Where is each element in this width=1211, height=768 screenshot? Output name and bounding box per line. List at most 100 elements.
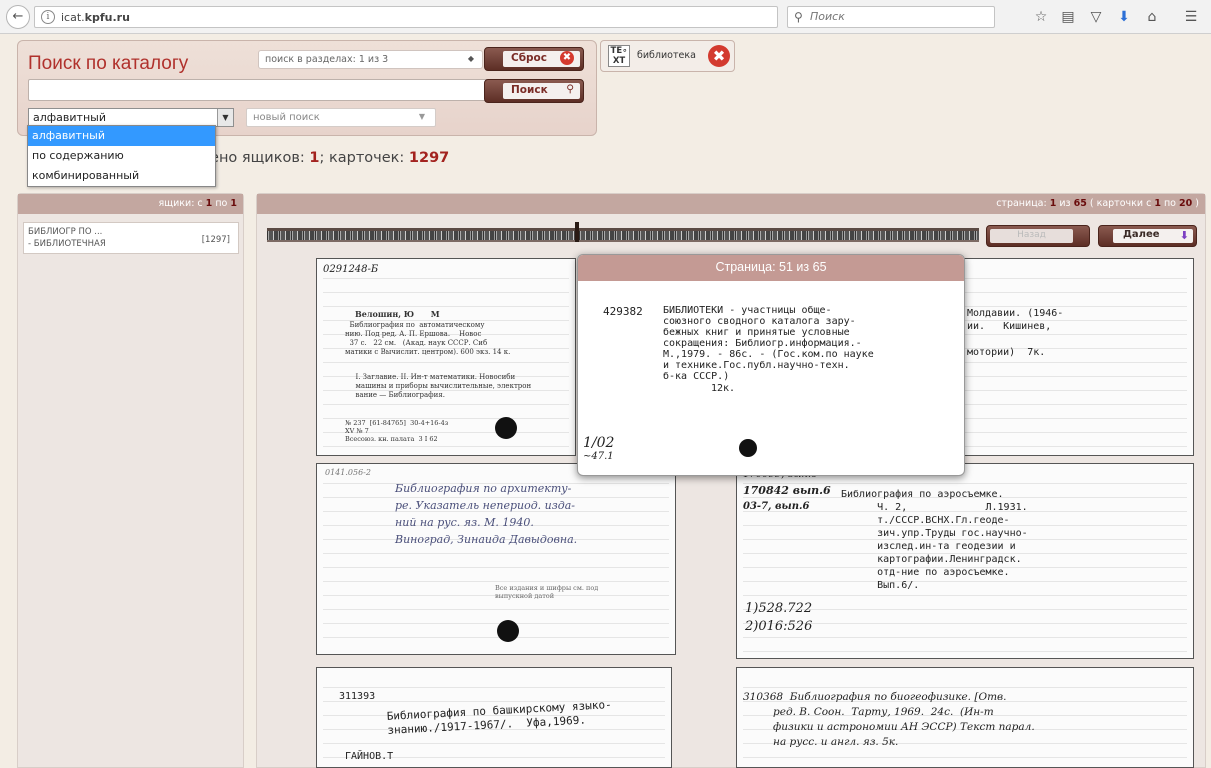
library-label: библиотека	[637, 50, 696, 61]
text-icon-top: TE∘	[610, 46, 628, 56]
popup-card-text: БИБЛИОТЕКИ - участницы обще- союзного св…	[663, 305, 874, 382]
dropdown-option-combined[interactable]: комбинированный	[28, 166, 215, 186]
results-summary: дено ящиков: 1; карточек: 1297	[200, 150, 449, 166]
card-number: 311393	[339, 691, 376, 702]
browser-toolbar: ← i icat.kpfu.ru ⟳ ⚲ ☆ ▤ ▽ ⬇ ⌂ ☰	[0, 0, 1211, 34]
popup-card-note2: ~47.1	[583, 451, 614, 462]
search-input[interactable]	[28, 79, 494, 101]
card-number-secondary: 03-7, вып.6	[743, 501, 810, 512]
boxes-to: 1	[230, 198, 237, 209]
card-hole	[497, 620, 519, 642]
reading-list-icon[interactable]: ▤	[1059, 8, 1077, 26]
close-icon: ✖	[560, 51, 574, 65]
text-mode-toggle[interactable]: TE∘ XT библиотека ✖	[600, 40, 735, 72]
bookmark-star-icon[interactable]: ☆	[1032, 8, 1050, 26]
card-text: Молдавии. (1946- ии. Кишинев, мотории) 7…	[967, 308, 1064, 358]
pagination-header: страница: 1 из 65 ( карточки с 1 по 20 )	[257, 194, 1205, 214]
popup-card-note: 1/02	[583, 435, 615, 451]
found-boxes: 1	[309, 150, 320, 166]
boxes-header: ящики: с 1 по 1	[18, 194, 243, 214]
browser-search-input[interactable]	[810, 10, 990, 23]
download-arrow-icon[interactable]: ⬇	[1115, 8, 1133, 26]
catalog-card[interactable]: 0291248-Б Велошин, Ю М Библиография по а…	[316, 258, 576, 456]
sections-select[interactable]: поиск в разделах: 1 из 3 ◆	[258, 50, 483, 69]
url-host: icat.	[61, 11, 85, 24]
cards-from: 1	[1154, 198, 1161, 209]
next-page-button[interactable]: Далее ⬇	[1098, 225, 1197, 247]
catalog-search-panel: Поиск по каталогу поиск в разделах: 1 из…	[17, 40, 597, 136]
card-text: Библиография по автоматическому нию. Под…	[345, 321, 511, 356]
page-total: 65	[1073, 198, 1087, 209]
popup-card-copies: 12к.	[711, 383, 736, 394]
page-title: Поиск по каталогу	[28, 53, 189, 74]
page-prefix: страница:	[996, 198, 1050, 209]
text-icon[interactable]: TE∘ XT	[608, 45, 630, 67]
select-caret-icon: ◆	[467, 54, 474, 63]
card-class-1: 1)528.722	[745, 601, 813, 616]
catalog-card[interactable]: 170099, вып.6 170842 вып.6 03-7, вып.6 Б…	[736, 463, 1194, 659]
catalog-card[interactable]: 310368 Библиография по биогеофизике. [От…	[736, 667, 1194, 768]
url-text: icat.kpfu.ru	[61, 11, 130, 24]
dropdown-option-alphabetic[interactable]: алфавитный	[28, 126, 215, 146]
menu-icon[interactable]: ☰	[1182, 8, 1200, 26]
card-hole	[739, 439, 757, 457]
page-slider-track[interactable]	[267, 228, 979, 242]
prev-page-label: Назад	[990, 229, 1073, 243]
reset-button[interactable]: Сброс ✖	[484, 47, 584, 71]
card-class-2: 2)016:526	[745, 619, 813, 634]
popup-card-number: 429382	[603, 305, 643, 318]
search-history-value: новый поиск	[253, 112, 320, 123]
search-button-label: Поиск	[511, 84, 548, 96]
info-icon[interactable]: i	[41, 10, 55, 24]
found-cards: 1297	[408, 150, 450, 166]
card-hole	[495, 417, 517, 439]
url-bar[interactable]: i icat.kpfu.ru ⟳	[34, 6, 800, 28]
box-list-item[interactable]: БИБЛИОГР ПО ... - БИБЛИОТЕЧНАЯ [1297]	[23, 222, 239, 254]
browser-search-bar[interactable]: ⚲	[787, 6, 995, 28]
back-arrow-icon[interactable]: ←	[6, 5, 30, 29]
magnifier-icon: ⚲	[566, 83, 574, 95]
boxes-pane: ящики: с 1 по 1 БИБЛИОГР ПО ... - БИБЛИО…	[17, 193, 244, 768]
page-of: из	[1056, 198, 1074, 209]
card-author: Велошин, Ю М	[355, 309, 440, 319]
boxes-header-mid: по	[212, 198, 231, 209]
arrow-down-icon: ⬇	[1179, 229, 1189, 242]
box-count: [1297]	[201, 235, 230, 245]
catalog-card[interactable]: 0141.056-2 Библиография по архитекту- ре…	[316, 463, 676, 655]
card-text: 310368 Библиография по биогеофизике. [От…	[743, 691, 1035, 748]
search-mode-value: алфавитный	[33, 111, 106, 124]
prev-page-button[interactable]: Назад	[986, 225, 1090, 247]
pocket-icon[interactable]: ▽	[1087, 8, 1105, 26]
card-author: ГАЙНОВ.Т	[345, 751, 394, 762]
url-domain: kpfu.ru	[84, 11, 130, 24]
page-slider-handle[interactable]	[575, 222, 579, 242]
card-number: 0291248-Б	[323, 264, 379, 275]
card-number: 170842 вып.6	[743, 484, 831, 497]
boxes-header-prefix: ящики: с	[158, 198, 206, 209]
next-page-label: Далее	[1123, 229, 1160, 240]
cards-prefix: ( карточки с	[1086, 198, 1155, 209]
card-number: 0141.056-2	[325, 468, 371, 477]
card-stamp: Все издания и шифры см. под выпускной да…	[495, 584, 599, 600]
search-history-select[interactable]: новый поиск ▼	[246, 108, 436, 127]
cards-suffix: )	[1192, 198, 1199, 209]
card-subject: I. Заглавие. II. Ин-т математики. Новоси…	[355, 373, 532, 399]
popup-title: Страница: 51 из 65	[578, 255, 964, 281]
card-footer: № 237 [61-84765] 30-4+16-4з XV № 7 Всесо…	[345, 419, 449, 443]
search-button[interactable]: Поиск ⚲	[484, 79, 584, 103]
card-text: Библиография по аэросъемке. Ч. 2, Л.1931…	[841, 489, 1028, 591]
home-icon[interactable]: ⌂	[1143, 8, 1161, 26]
close-icon[interactable]: ✖	[708, 45, 730, 67]
text-icon-bottom: XT	[612, 56, 626, 66]
search-mode-dropdown: алфавитный по содержанию комбинированный	[27, 125, 216, 187]
found-sep: ; карточек:	[319, 150, 409, 166]
cards-to: 20	[1179, 198, 1193, 209]
reset-button-label: Сброс	[511, 52, 547, 64]
catalog-card[interactable]: Молдавии. (1946- ии. Кишинев, мотории) 7…	[958, 258, 1194, 456]
dropdown-option-content[interactable]: по содержанию	[28, 146, 215, 166]
search-icon: ⚲	[794, 10, 803, 24]
card-text: Библиография по архитекту- ре. Указатель…	[395, 482, 578, 546]
cards-by: по	[1160, 198, 1180, 209]
chevron-down-icon[interactable]: ▼	[217, 109, 233, 126]
catalog-card[interactable]: 311393 Библиография по башкирскому языко…	[316, 667, 672, 768]
